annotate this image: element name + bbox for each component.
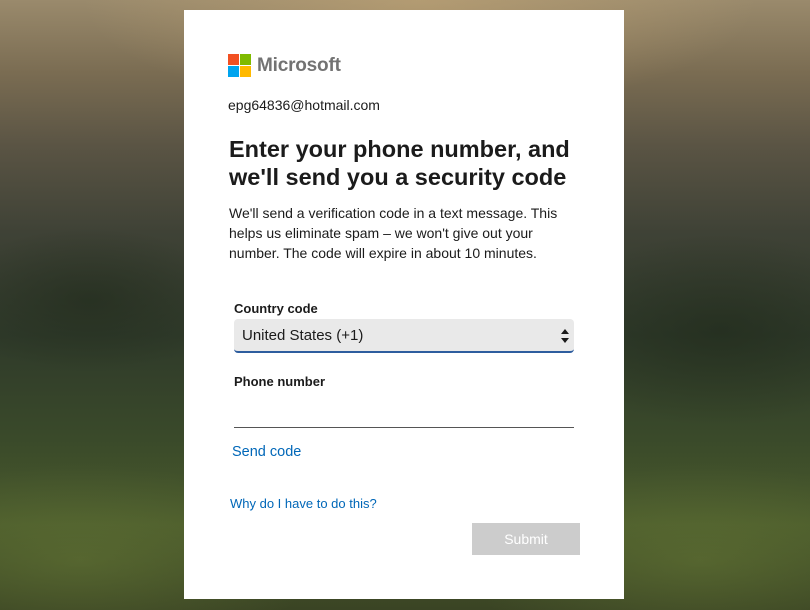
send-code-link[interactable]: Send code [232, 444, 301, 460]
logo-square-yellow [240, 66, 251, 77]
logo-square-red [228, 54, 239, 65]
submit-button[interactable]: Submit [472, 523, 580, 555]
page-title: Enter your phone number, and we'll send … [229, 136, 570, 190]
description-text: We'll send a verification code in a text… [229, 205, 558, 261]
account-email: epg64836@hotmail.com [228, 97, 380, 113]
phone-number-label: Phone number [234, 374, 326, 389]
country-code-select[interactable]: United States (+1) [234, 319, 574, 353]
microsoft-logo-icon [228, 54, 251, 77]
microsoft-logo: Microsoft [228, 54, 341, 77]
sign-in-card: Microsoft epg64836@hotmail.com Enter you… [184, 10, 624, 599]
country-code-value: United States (+1) [242, 326, 364, 344]
select-arrows-icon [561, 329, 569, 343]
logo-square-blue [228, 66, 239, 77]
why-link[interactable]: Why do I have to do this? [230, 496, 377, 511]
phone-number-input[interactable] [234, 403, 574, 428]
logo-square-green [240, 54, 251, 65]
microsoft-logo-text: Microsoft [257, 54, 341, 76]
country-code-label: Country code [234, 301, 318, 316]
